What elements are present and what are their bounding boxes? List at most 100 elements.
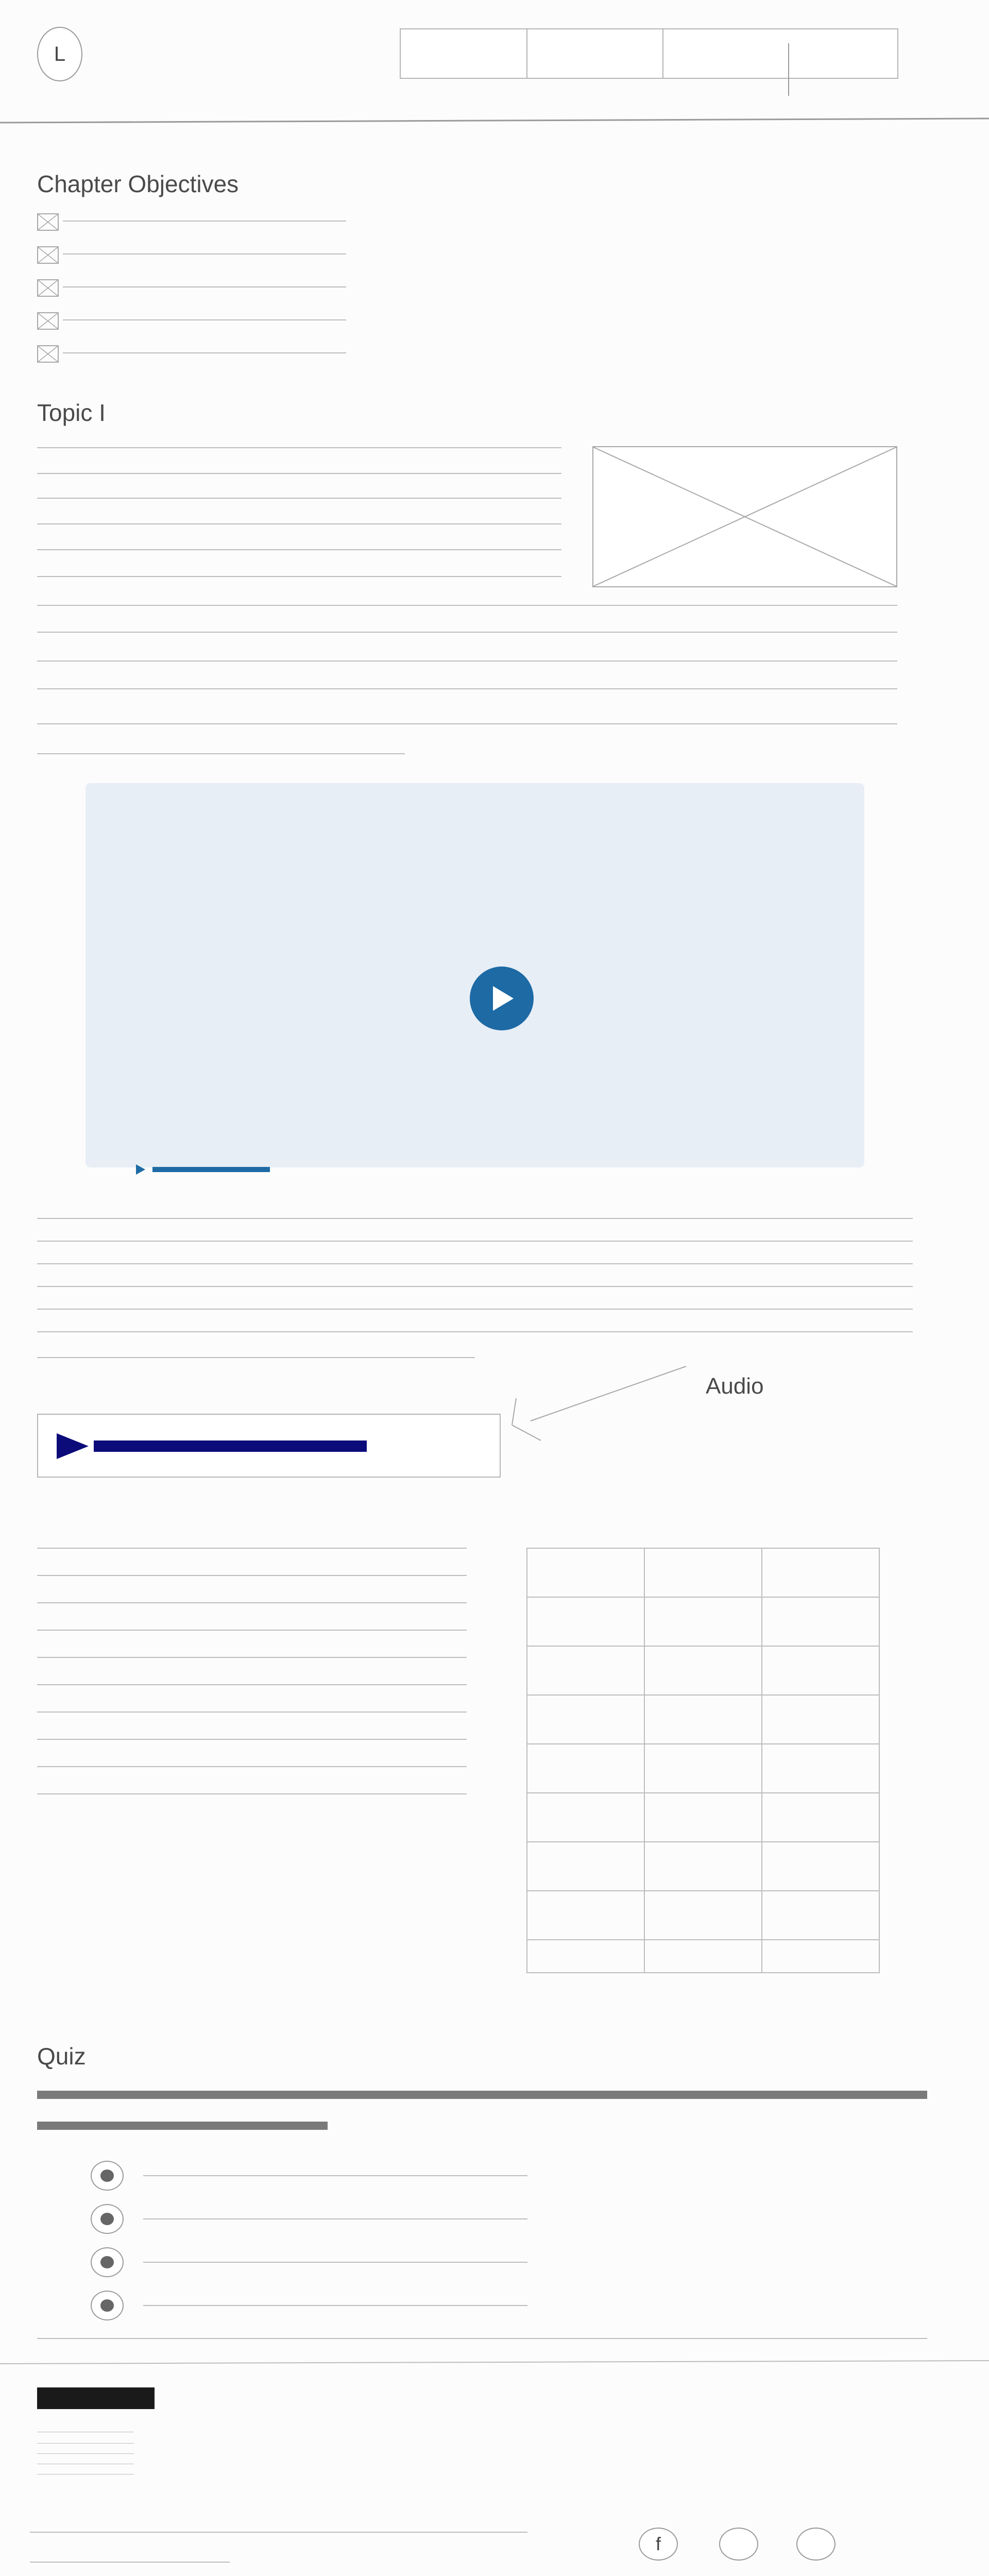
header-divider bbox=[0, 117, 989, 124]
text-line bbox=[37, 1263, 913, 1264]
play-icon bbox=[493, 986, 514, 1011]
table-cell bbox=[644, 1548, 762, 1598]
table-cell bbox=[526, 1792, 645, 1842]
text-line bbox=[37, 1286, 913, 1287]
radio-dot bbox=[100, 2170, 114, 2182]
image-placeholder bbox=[592, 446, 897, 587]
table-row bbox=[526, 1792, 880, 1842]
objective-checkbox[interactable] bbox=[37, 213, 59, 231]
audio-callout-arrow bbox=[511, 1366, 687, 1441]
text-line bbox=[37, 1766, 467, 1767]
objectives-title: Chapter Objectives bbox=[37, 171, 239, 197]
audio-play-icon[interactable] bbox=[56, 1432, 90, 1460]
text-line bbox=[37, 1711, 467, 1713]
footer-link-line bbox=[37, 2443, 134, 2444]
text-line bbox=[37, 688, 897, 689]
text-cursor bbox=[788, 43, 789, 96]
quiz-radio[interactable] bbox=[91, 2247, 124, 2277]
table-row bbox=[526, 1743, 880, 1793]
objective-checkbox[interactable] bbox=[37, 246, 59, 264]
nav-item-2[interactable] bbox=[526, 28, 663, 79]
text-line bbox=[37, 605, 897, 606]
footer-brand-block bbox=[37, 2387, 155, 2409]
text-line bbox=[37, 1793, 467, 1794]
quiz-question-bar-2 bbox=[37, 2122, 328, 2130]
quiz-title: Quiz bbox=[37, 2043, 86, 2070]
table-cell bbox=[761, 1939, 880, 1973]
objective-checkbox[interactable] bbox=[37, 345, 59, 363]
text-line bbox=[37, 523, 561, 524]
table-cell bbox=[644, 1694, 762, 1744]
social-icon-2[interactable] bbox=[719, 2528, 758, 2561]
social-icon-3[interactable] bbox=[796, 2528, 835, 2561]
text-line bbox=[37, 723, 897, 724]
radio-dot bbox=[100, 2256, 114, 2268]
objective-item-line bbox=[63, 286, 346, 287]
table-row bbox=[526, 1597, 880, 1647]
objective-checkbox[interactable] bbox=[37, 312, 59, 330]
table-cell bbox=[761, 1694, 880, 1744]
video-play-small-icon[interactable] bbox=[135, 1163, 146, 1176]
table-row bbox=[526, 1548, 880, 1598]
table-cell bbox=[526, 1548, 645, 1598]
table-cell bbox=[526, 1939, 645, 1973]
objective-item-line bbox=[63, 352, 346, 353]
facebook-icon[interactable]: f bbox=[639, 2528, 678, 2561]
table-cell bbox=[526, 1646, 645, 1696]
nav-item-3[interactable] bbox=[662, 28, 898, 79]
footer-rule-1 bbox=[30, 2532, 527, 2533]
data-table bbox=[526, 1548, 880, 1973]
topic-title: Topic I bbox=[37, 399, 106, 426]
text-line bbox=[37, 1575, 467, 1576]
objective-checkbox[interactable] bbox=[37, 279, 59, 297]
quiz-radio[interactable] bbox=[91, 2161, 124, 2191]
table-cell bbox=[526, 1890, 645, 1940]
table-cell bbox=[761, 1743, 880, 1793]
table-cell bbox=[644, 1646, 762, 1696]
text-line bbox=[37, 576, 561, 577]
text-line bbox=[37, 1548, 467, 1549]
logo[interactable]: L bbox=[37, 27, 82, 81]
quiz-radio[interactable] bbox=[91, 2204, 124, 2234]
table-cell bbox=[526, 1694, 645, 1744]
table-cell bbox=[644, 1939, 762, 1973]
table-row bbox=[526, 1694, 880, 1744]
audio-progress-bar[interactable] bbox=[94, 1440, 367, 1452]
table-cell bbox=[526, 1841, 645, 1891]
table-cell bbox=[644, 1743, 762, 1793]
table-cell bbox=[644, 1890, 762, 1940]
text-line bbox=[37, 549, 561, 550]
nav-item-1[interactable] bbox=[400, 28, 527, 79]
text-line bbox=[37, 1218, 913, 1219]
video-progress-bar[interactable] bbox=[152, 1167, 270, 1172]
table-cell bbox=[644, 1597, 762, 1647]
text-line bbox=[37, 1602, 467, 1603]
objective-item-line bbox=[63, 253, 346, 255]
table-row bbox=[526, 1939, 880, 1973]
objective-item-line bbox=[63, 221, 346, 222]
objective-item-line bbox=[63, 319, 346, 320]
quiz-option-line bbox=[143, 2305, 527, 2306]
footer-link-line bbox=[37, 2453, 134, 2454]
text-line bbox=[37, 1630, 467, 1631]
quiz-question-bar bbox=[37, 2091, 927, 2099]
quiz-option-line bbox=[143, 2175, 527, 2176]
play-button[interactable] bbox=[470, 967, 534, 1030]
quiz-radio[interactable] bbox=[91, 2291, 124, 2320]
table-row bbox=[526, 1841, 880, 1891]
text-line bbox=[37, 498, 561, 499]
table-cell bbox=[761, 1548, 880, 1598]
table-cell bbox=[526, 1597, 645, 1647]
text-line bbox=[37, 1309, 913, 1310]
radio-dot bbox=[100, 2299, 114, 2312]
video-player[interactable] bbox=[86, 783, 864, 1167]
footer-link-line bbox=[37, 2474, 134, 2475]
text-line bbox=[37, 447, 561, 448]
table-cell bbox=[761, 1597, 880, 1647]
text-line bbox=[37, 660, 897, 662]
text-line bbox=[37, 753, 405, 754]
text-line bbox=[37, 1331, 913, 1332]
table-cell bbox=[526, 1743, 645, 1793]
footer-rule-2 bbox=[30, 2562, 230, 2563]
footer-divider bbox=[0, 2360, 989, 2364]
